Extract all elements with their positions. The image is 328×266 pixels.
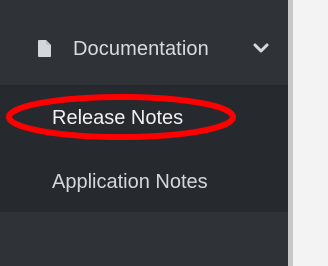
content-area-edge xyxy=(293,0,328,266)
sidebar-item-documentation-label: Documentation xyxy=(73,38,209,60)
sidebar-item-label: Release Notes xyxy=(52,107,184,129)
sidebar-item-label: Application Notes xyxy=(52,171,208,193)
sidebar-item-release-notes[interactable]: Release Notes xyxy=(0,97,288,139)
sidebar-item-application-notes[interactable]: Application Notes xyxy=(0,161,288,203)
file-icon xyxy=(38,40,51,57)
page: Documentation Release Notes Application … xyxy=(0,0,328,266)
chevron-down-icon[interactable] xyxy=(252,39,270,57)
